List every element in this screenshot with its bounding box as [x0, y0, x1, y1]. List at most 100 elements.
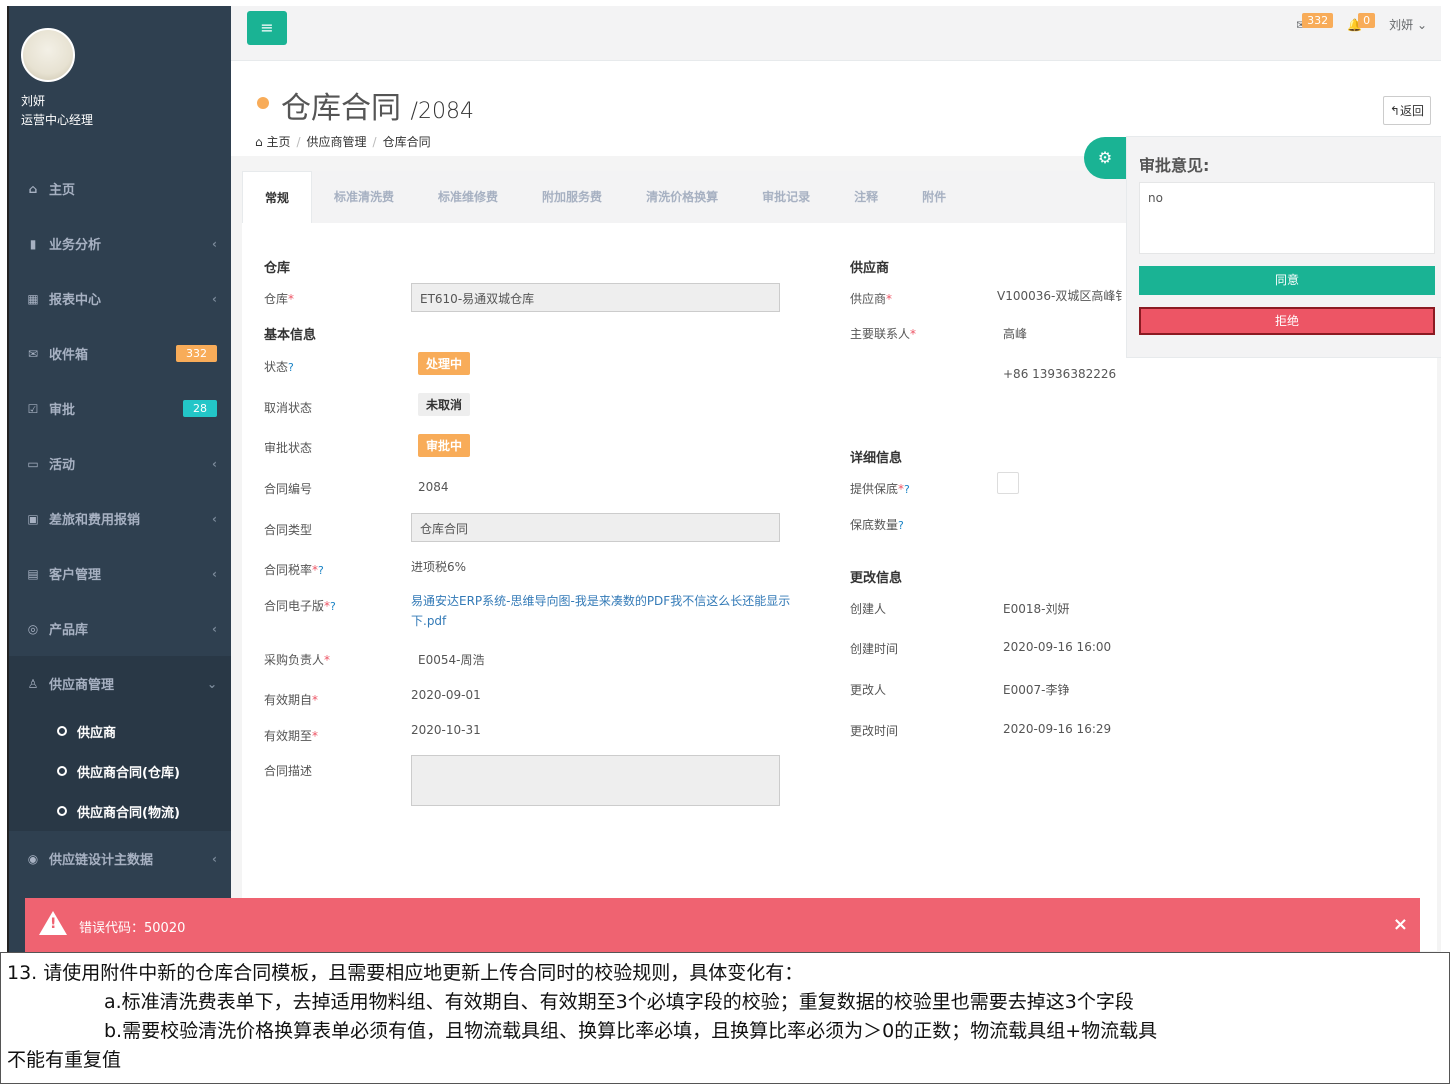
reply-icon: ↰ — [1389, 104, 1400, 118]
sidebar-item-0[interactable]: ⌂ 主页 — [9, 161, 231, 216]
sidebar-subitem-label: 供应商 — [77, 725, 117, 741]
warehouse-label: 仓库* — [264, 292, 295, 306]
sidebar-item-icon: ▦ — [27, 291, 39, 306]
status-badge: 处理中 — [418, 352, 471, 375]
circle-icon — [57, 726, 67, 736]
tab-5[interactable]: 审批记录 — [740, 171, 832, 223]
help-icon: ? — [904, 483, 910, 496]
sidebar-subitem-0[interactable]: 供应商 — [9, 711, 231, 751]
deposit-qty-label: 保底数量? — [850, 518, 904, 532]
section-detail: 详细信息 — [850, 451, 903, 466]
approval-panel: 审批意见: no 同意 拒绝 — [1126, 136, 1441, 358]
modifier-label: 更改人 — [850, 683, 887, 697]
warehouse-field[interactable]: ET610-易通双城仓库 — [411, 283, 780, 312]
approval-comment-input[interactable]: no — [1139, 182, 1435, 254]
sidebar-item-icon: ✉ — [27, 346, 39, 361]
warning-icon: ! — [39, 911, 67, 935]
deposit-checkbox[interactable] — [997, 472, 1019, 494]
sidebar-item-supply-chain[interactable]: ◉ 供应链设计主数据 ‹ — [9, 831, 231, 886]
sidebar-item-4[interactable]: ☑ 审批 28 — [9, 381, 231, 436]
help-icon: ? — [318, 564, 324, 577]
sidebar-item-icon: ▤ — [27, 566, 39, 581]
buyer-value: E0054-周浩 — [418, 653, 485, 667]
error-message: 错误代码：50020 — [79, 921, 186, 936]
tab-6[interactable]: 注释 — [832, 171, 900, 223]
sidebar-item-8[interactable]: ◎ 产品库 ‹ — [9, 601, 231, 656]
user-menu[interactable]: 刘妍 ⌄ — [1389, 16, 1427, 33]
sidebar-item-label: 报表中心 — [49, 293, 102, 308]
supplier-value: V100036-双城区高峰钅 — [997, 289, 1127, 303]
reject-button[interactable]: 拒绝 — [1139, 307, 1435, 335]
home-icon: ⌂ — [255, 135, 263, 149]
agree-button[interactable]: 同意 — [1139, 266, 1435, 295]
sidebar-item-3[interactable]: ✉ 收件箱 332 — [9, 326, 231, 381]
sidebar-item-label: 审批 — [49, 403, 76, 418]
status-dot-icon — [257, 97, 269, 109]
supplier-label: 供应商* — [850, 292, 893, 306]
back-button-label: 返回 — [1399, 104, 1424, 118]
sidebar-item-icon: ⌂ — [28, 181, 38, 196]
valid-to-value: 2020-10-31 — [411, 723, 481, 737]
notification-count-badge: 0 — [1358, 12, 1376, 28]
notification-link[interactable]: 🔔0 — [1347, 12, 1376, 32]
sidebar-item-1[interactable]: ▮ 业务分析 ‹ — [9, 216, 231, 271]
sidebar-item-7[interactable]: ▤ 客户管理 ‹ — [9, 546, 231, 601]
user-name: 刘妍 — [21, 94, 46, 108]
sidebar-item-label: 业务分析 — [49, 238, 102, 253]
sidebar-item-6[interactable]: ▣ 差旅和费用报销 ‹ — [9, 491, 231, 546]
tab-2[interactable]: 标准维修费 — [416, 171, 520, 223]
mail-count-badge: 332 — [1302, 12, 1334, 28]
sidebar-subitem-1[interactable]: 供应商合同(仓库) — [9, 751, 231, 791]
approval-status-badge: 审批中 — [418, 434, 471, 457]
contact-label: 主要联系人* — [850, 327, 917, 341]
tab-1[interactable]: 标准清洗费 — [312, 171, 416, 223]
avatar[interactable] — [21, 28, 75, 82]
contract-no-label: 合同编号 — [264, 482, 313, 496]
notes-text: 13. 请使用附件中新的仓库合同模板，且需要相应地更新上传合同时的校验规则，具体… — [0, 952, 1450, 1084]
tab-0[interactable]: 常规 — [242, 171, 313, 223]
close-icon[interactable]: × — [1393, 914, 1408, 935]
page-title-number: /2084 — [410, 99, 474, 124]
notes-line-3: b.需要校验清洗价格换算表单必须有值，且物流载具组、换算比率必填，且换算比率必须… — [104, 1020, 1158, 1042]
buyer-label: 采购负责人* — [264, 653, 331, 667]
description-label: 合同描述 — [264, 764, 313, 778]
circle-icon — [57, 766, 67, 776]
sidebar-item-label: 产品库 — [49, 623, 89, 638]
contract-no-value: 2084 — [418, 480, 449, 494]
section-warehouse: 仓库 — [264, 261, 291, 276]
chevron-left-icon: ‹ — [212, 851, 217, 866]
breadcrumb-home[interactable]: 主页 — [266, 135, 290, 149]
sidebar-item-2[interactable]: ▦ 报表中心 ‹ — [9, 271, 231, 326]
help-icon: ? — [330, 600, 336, 613]
chevron-left-icon: ‹ — [212, 456, 217, 471]
sidebar-item-5[interactable]: ▭ 活动 ‹ — [9, 436, 231, 491]
sidebar-item-9[interactable]: ♙ 供应商管理 ⌄ — [9, 656, 231, 711]
menu-toggle-button[interactable]: ≡ — [247, 11, 287, 45]
tax-rate-value: 进项税6% — [411, 560, 467, 574]
notes-line-4: 不能有重复值 — [7, 1049, 122, 1071]
sidebar-item-label: 差旅和费用报销 — [49, 513, 141, 528]
circle-icon — [57, 806, 67, 816]
sidebar-subitem-2[interactable]: 供应商合同(物流) — [9, 791, 231, 831]
tab-4[interactable]: 清洗价格换算 — [624, 171, 740, 223]
tab-3[interactable]: 附加服务费 — [520, 171, 624, 223]
section-change: 更改信息 — [850, 571, 903, 586]
status-label: 状态? — [264, 360, 294, 374]
sidebar-item-label: 客户管理 — [49, 568, 102, 583]
back-button[interactable]: ↰返回 — [1382, 96, 1431, 125]
e-contract-link[interactable]: 易通安达ERP系统-思维导向图-我是来凑数的PDF我不信这么长还能显示下.pdf — [411, 591, 791, 631]
contract-type-field[interactable]: 仓库合同 — [411, 513, 780, 542]
cancel-status-badge: 未取消 — [418, 393, 471, 416]
modified-time-value: 2020-09-16 16:29 — [1003, 722, 1112, 736]
creator-label: 创建人 — [850, 602, 887, 616]
approval-panel-toggle[interactable]: ⚙ — [1084, 137, 1126, 179]
breadcrumb-supplier-mgmt[interactable]: 供应商管理 — [307, 135, 367, 149]
tab-7[interactable]: 附件 — [900, 171, 968, 223]
chevron-left-icon: ‹ — [212, 621, 217, 636]
section-basic-info: 基本信息 — [264, 328, 317, 343]
description-field[interactable] — [411, 755, 780, 806]
notes-line-2: a.标准清洗费表单下，去掉适用物料组、有效期自、有效期至3个必填字段的校验；重复… — [104, 991, 1134, 1013]
chevron-down-icon: ⌄ — [206, 676, 217, 691]
sidebar-item-badge: 332 — [176, 345, 217, 362]
mail-link[interactable]: ✉332 — [1296, 12, 1334, 32]
